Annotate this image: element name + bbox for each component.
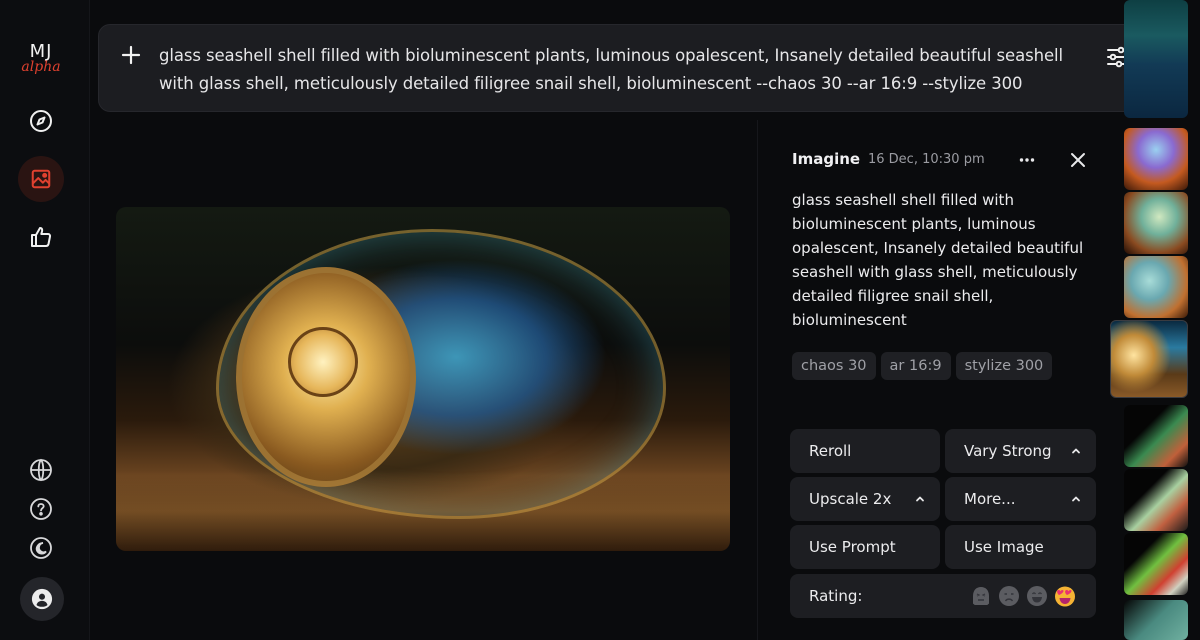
use-image-button[interactable]: Use Image (945, 525, 1096, 569)
disgusted-face-icon[interactable] (970, 585, 992, 607)
prompt-bar: glass seashell shell filled with biolumi… (98, 24, 1150, 112)
nav-theme-button[interactable] (18, 525, 64, 571)
question-circle-icon (30, 498, 52, 520)
use-prompt-button[interactable]: Use Prompt (790, 525, 940, 569)
compass-icon (30, 110, 52, 132)
tag-aspect-ratio: ar 16:9 (880, 352, 951, 380)
moon-icon (30, 537, 52, 559)
use-image-label: Use Image (964, 538, 1044, 556)
thumbnail[interactable] (1124, 256, 1188, 318)
globe-icon (30, 458, 52, 482)
upscale-label: Upscale 2x (809, 490, 892, 508)
parameter-tags: chaos 30 ar 16:9 stylize 300 (792, 352, 1053, 380)
sad-face-icon[interactable] (998, 585, 1020, 607)
more-button[interactable]: More... (945, 477, 1096, 521)
image-icon (31, 169, 51, 189)
thumbnail[interactable] (1124, 0, 1188, 118)
logo-tag: alpha (21, 59, 61, 75)
nav-create-button[interactable] (18, 156, 64, 202)
details-header: Imagine 16 Dec, 10:30 pm (792, 150, 1092, 172)
prompt-input[interactable]: glass seashell shell filled with biolumi… (159, 42, 1089, 98)
ellipsis-icon[interactable] (1017, 150, 1037, 170)
chevron-up-icon (1072, 448, 1080, 454)
nav-rate-button[interactable] (18, 214, 64, 260)
left-nav: MJ alpha (0, 0, 90, 640)
plus-icon[interactable] (121, 45, 141, 65)
details-timestamp: 16 Dec, 10:30 pm (868, 152, 985, 167)
thumbnail[interactable] (1124, 192, 1188, 254)
thumbnail-strip (1110, 0, 1200, 640)
image-spiral (288, 327, 358, 397)
reroll-label: Reroll (809, 442, 852, 460)
close-icon[interactable] (1069, 151, 1087, 169)
more-label: More... (964, 490, 1016, 508)
generated-image[interactable] (116, 207, 730, 551)
image-table (116, 471, 730, 551)
tag-chaos: chaos 30 (792, 352, 876, 380)
chevron-up-icon (1072, 496, 1080, 502)
thumbnail[interactable] (1124, 469, 1188, 531)
thumbnail-selected[interactable] (1110, 320, 1188, 398)
happy-face-icon[interactable] (1026, 585, 1048, 607)
panel-divider (757, 120, 758, 640)
logo[interactable]: MJ alpha (0, 42, 82, 75)
rating-label: Rating: (809, 587, 863, 605)
upscale-button[interactable]: Upscale 2x (790, 477, 940, 521)
chevron-up-icon (916, 496, 924, 502)
thumbnail[interactable] (1124, 128, 1188, 190)
use-prompt-label: Use Prompt (809, 538, 896, 556)
details-prompt: glass seashell shell filled with biolumi… (792, 191, 1084, 329)
account-button[interactable] (20, 577, 64, 621)
heart-eyes-face-icon[interactable] (1054, 585, 1076, 607)
thumbs-up-icon (31, 227, 52, 247)
thumbnail[interactable] (1124, 533, 1188, 595)
tag-stylize: stylize 300 (955, 352, 1053, 380)
vary-strong-button[interactable]: Vary Strong (945, 429, 1096, 473)
thumbnail[interactable] (1124, 405, 1188, 467)
vary-strong-label: Vary Strong (964, 442, 1052, 460)
user-avatar-icon (31, 588, 53, 610)
thumbnail[interactable] (1124, 600, 1188, 640)
rating-row: Rating: (790, 574, 1096, 618)
nav-explore-button[interactable] (18, 98, 64, 144)
details-title: Imagine (792, 150, 861, 168)
reroll-button[interactable]: Reroll (790, 429, 940, 473)
